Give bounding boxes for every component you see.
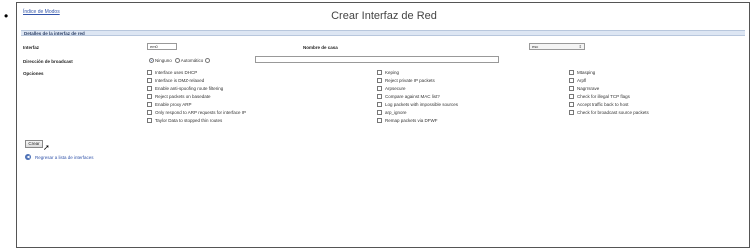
checkbox[interactable]: [147, 110, 152, 115]
option-checkbox[interactable]: arp_ignore: [377, 110, 407, 115]
interface-input[interactable]: em0: [147, 43, 177, 50]
option-checkbox[interactable]: Only respond to ARP requests for interfa…: [147, 110, 246, 115]
checkbox[interactable]: [569, 94, 574, 99]
back-arrow-icon: ◀: [25, 154, 31, 160]
checkbox[interactable]: [569, 78, 574, 83]
checkbox[interactable]: [377, 110, 382, 115]
option-checkbox[interactable]: Mtasping: [569, 70, 595, 75]
checkbox[interactable]: [147, 118, 152, 123]
option-label: Reject private IP packets: [385, 78, 435, 83]
option-checkbox[interactable]: Log packets with impossible sources: [377, 102, 458, 107]
checkbox[interactable]: [569, 102, 574, 107]
name-select[interactable]: esc ⇕: [529, 43, 585, 50]
option-label: Arpsecure: [385, 86, 406, 91]
option-label: Accept traffic back to host: [577, 102, 629, 107]
checkbox[interactable]: [377, 118, 382, 123]
name-label: Nombre de casa: [303, 45, 338, 50]
section-header: Detalles de la interfaz de red: [21, 30, 745, 36]
checkbox[interactable]: [377, 102, 382, 107]
broadcast-label: Dirección de broadcast: [23, 59, 73, 64]
radio-none[interactable]: [149, 58, 154, 63]
checkbox[interactable]: [377, 78, 382, 83]
option-label: Nagrrsrave: [577, 86, 600, 91]
option-checkbox[interactable]: Keping: [377, 70, 399, 75]
radio-auto[interactable]: [174, 58, 180, 63]
option-label: Check for broadcast source packets: [577, 110, 649, 115]
option-label: Enable anti-spoofing route filtering: [155, 86, 224, 91]
option-label: Check for illegal TCP flags: [577, 94, 630, 99]
checkbox[interactable]: [147, 70, 152, 75]
screenshot-frame: Índice de Modos Crear Interfaz de Red De…: [16, 2, 750, 248]
option-checkbox[interactable]: Interface is DMZ-relaxed: [147, 78, 204, 83]
broadcast-input[interactable]: [255, 56, 499, 63]
checkbox[interactable]: [377, 94, 382, 99]
option-label: Remap packets via DFWF: [385, 118, 438, 123]
radio-custom[interactable]: [205, 58, 211, 63]
page-title: Crear Interfaz de Red: [331, 10, 437, 22]
option-checkbox[interactable]: Check for broadcast source packets: [569, 110, 649, 115]
option-label: Interface uses DHCP: [155, 70, 198, 75]
option-checkbox[interactable]: Compare against MAC list?: [377, 94, 440, 99]
checkbox[interactable]: [377, 86, 382, 91]
checkbox[interactable]: [147, 78, 152, 83]
option-checkbox[interactable]: Taylor Data to stopped thin routes: [147, 118, 222, 123]
option-checkbox[interactable]: Nagrrsrave: [569, 86, 599, 91]
option-checkbox[interactable]: Remap packets via DFWF: [377, 118, 438, 123]
option-label: Interface is DMZ-relaxed: [155, 78, 205, 83]
mouse-cursor-icon: ➚: [43, 143, 50, 152]
select-arrows-icon: ⇕: [578, 44, 582, 49]
options-label: Opciones: [23, 71, 44, 76]
list-bullet: •: [4, 9, 9, 23]
interface-label: Interfaz: [23, 45, 40, 50]
option-label: Arpfl: [577, 78, 587, 83]
back-link[interactable]: ◀ Regresar a lista de interfaces: [25, 154, 94, 160]
option-checkbox[interactable]: Reject packets on basedate: [147, 94, 211, 99]
checkbox[interactable]: [147, 94, 152, 99]
option-checkbox[interactable]: Enable anti-spoofing route filtering: [147, 86, 223, 91]
option-checkbox[interactable]: Arpsecure: [377, 86, 406, 91]
option-label: Keping: [385, 70, 400, 75]
checkbox[interactable]: [569, 70, 574, 75]
checkbox[interactable]: [569, 110, 574, 115]
create-button[interactable]: Crear: [25, 140, 43, 148]
radio-auto-label: Automático: [180, 58, 204, 63]
option-label: Only respond to ARP requests for interfa…: [155, 110, 246, 115]
name-select-value: esc: [532, 44, 539, 49]
option-checkbox[interactable]: Reject private IP packets: [377, 78, 435, 83]
radio-none-label: Ninguno: [155, 58, 172, 63]
option-label: Taylor Data to stopped thin routes: [155, 118, 223, 123]
option-label: Enable proxy ARP: [155, 102, 192, 107]
option-checkbox[interactable]: Enable proxy ARP: [147, 102, 192, 107]
option-checkbox[interactable]: Arpfl: [569, 78, 586, 83]
broadcast-radio-group: Ninguno Automático: [149, 58, 211, 63]
option-label: Mtasping: [577, 70, 596, 75]
option-checkbox[interactable]: Interface uses DHCP: [147, 70, 197, 75]
back-link-label: Regresar a lista de interfaces: [35, 154, 94, 160]
option-label: Log packets with impossible sources: [385, 102, 459, 107]
option-checkbox[interactable]: Check for illegal TCP flags: [569, 94, 630, 99]
option-label: arp_ignore: [385, 110, 407, 115]
option-checkbox[interactable]: Accept traffic back to host: [569, 102, 628, 107]
checkbox[interactable]: [569, 86, 574, 91]
option-label: Compare against MAC list?: [385, 94, 440, 99]
checkbox[interactable]: [147, 86, 152, 91]
option-label: Reject packets on basedate: [155, 94, 211, 99]
checkbox[interactable]: [377, 70, 382, 75]
checkbox[interactable]: [147, 102, 152, 107]
